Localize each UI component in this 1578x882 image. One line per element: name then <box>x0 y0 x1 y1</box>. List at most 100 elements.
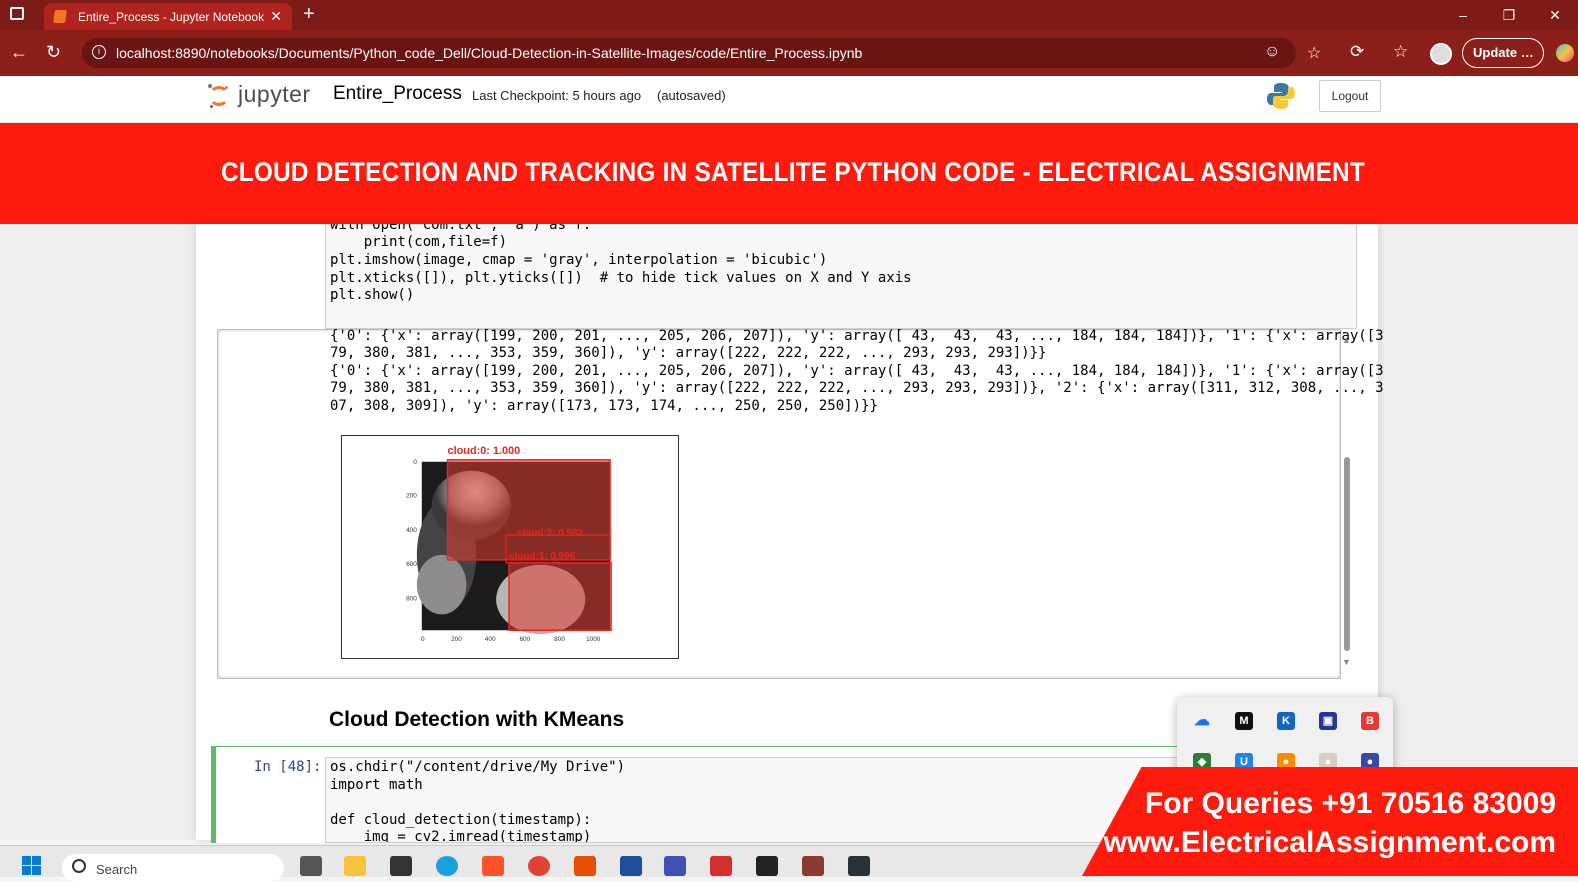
tab-title: Entire_Process - Jupyter Notebook <box>78 10 264 24</box>
label-cloud-1: cloud:1: 0.996 <box>509 551 576 562</box>
scroll-up-icon[interactable]: ▲ <box>1342 335 1351 345</box>
contact-website: www.ElectricalAssignment.com <box>1103 826 1556 859</box>
taskbar-search[interactable]: Search <box>62 854 284 882</box>
new-tab-icon[interactable]: + <box>303 3 315 26</box>
python-kernel-icon <box>1267 83 1295 109</box>
app-icon[interactable] <box>756 856 778 876</box>
task-view-icon[interactable] <box>300 856 322 876</box>
output-line: 07, 308, 309]), 'y': array([173, 173, 17… <box>330 398 878 414</box>
output-line: 79, 380, 381, ..., 353, 359, 360]), 'y':… <box>330 345 1047 361</box>
favorites-icon[interactable]: ☆ <box>1393 42 1408 62</box>
code-line: def cloud_detection(timestamp): <box>330 812 592 828</box>
cloud-region-0 <box>447 459 611 560</box>
favorite-star-icon[interactable]: ☆ <box>1307 43 1321 63</box>
code-input-48[interactable]: os.chdir("/content/drive/My Drive") impo… <box>325 757 1187 843</box>
jupyter-logo-icon[interactable] <box>208 84 232 110</box>
x-tick-label: 0 <box>421 636 425 643</box>
file-explorer-icon[interactable] <box>344 856 366 876</box>
brave-icon[interactable] <box>482 856 504 876</box>
jupyter-header: jupyter Entire_Process Last Checkpoint: … <box>0 76 1578 123</box>
refresh-icon[interactable]: ↻ <box>46 42 61 63</box>
label-cloud-2: cloud:2: 0.982 <box>517 528 584 539</box>
edge-icon[interactable] <box>436 856 458 876</box>
window-controls: – ❐ ✕ <box>1440 0 1578 30</box>
jupyter-wordmark[interactable]: jupyter <box>238 81 311 108</box>
y-tick-label: 600 <box>406 561 417 568</box>
y-tick-label: 800 <box>406 596 417 603</box>
app-icon[interactable] <box>710 856 732 876</box>
section-heading: Cloud Detection with KMeans <box>329 708 625 731</box>
code-line: plt.show() <box>330 287 415 303</box>
close-window-icon[interactable]: ✕ <box>1532 0 1578 30</box>
code-line: img = cv2.imread(timestamp) <box>330 829 592 843</box>
output-line: {'0': {'x': array([199, 200, 201, ..., 2… <box>330 363 1384 379</box>
reader-icon[interactable]: ☺ <box>1264 43 1280 61</box>
update-label: Update <box>1473 45 1518 60</box>
close-tab-icon[interactable]: ✕ <box>270 8 282 25</box>
restore-icon[interactable]: ❐ <box>1486 0 1532 30</box>
back-icon[interactable]: ← <box>10 42 28 63</box>
x-tick-label: 400 <box>485 636 496 643</box>
jupyter-favicon-icon <box>53 10 67 23</box>
detection-figure: cloud:0: 1.000 cloud:2: 0.982 cloud:1: 0… <box>341 435 679 659</box>
scroll-down-icon[interactable]: ▼ <box>1342 657 1351 667</box>
windows-taskbar: Search <box>0 845 1100 882</box>
app-save-icon[interactable]: ▣ <box>1319 712 1337 730</box>
system-tray-overflow: ☁ M K ▣ B ◆ U ● ● ● <box>1177 697 1393 777</box>
app-icon[interactable] <box>664 856 686 876</box>
x-tick-label: 800 <box>554 636 565 643</box>
url-text[interactable]: localhost:8890/notebooks/Documents/Pytho… <box>116 45 862 61</box>
cloud-region-1 <box>509 562 612 631</box>
output-scrollbar[interactable]: ▲ ▼ <box>1341 333 1353 671</box>
app-k-icon[interactable]: K <box>1277 712 1295 730</box>
search-icon <box>72 859 86 873</box>
code-line: import math <box>330 777 423 793</box>
output-line: 79, 380, 381, ..., 353, 359, 360]), 'y':… <box>330 380 1384 396</box>
previous-code-cell[interactable]: with open('com.txt', 'a') as f: print(co… <box>325 224 1357 329</box>
copilot-icon[interactable] <box>1556 44 1574 62</box>
app-m-icon[interactable]: M <box>1235 712 1253 730</box>
minimize-icon[interactable]: – <box>1440 0 1486 30</box>
windows-start-icon[interactable] <box>22 856 42 876</box>
chrome-icon[interactable] <box>528 856 550 876</box>
x-tick-label: 200 <box>451 636 462 643</box>
browser-tab-bar: Entire_Process - Jupyter Notebook ✕ + – ❐… <box>0 0 1578 30</box>
x-tick-label: 600 <box>519 636 530 643</box>
update-button[interactable]: Update … <box>1462 38 1544 68</box>
code-line: plt.xticks([]), plt.yticks([]) # to hide… <box>330 270 912 286</box>
autosave-status: (autosaved) <box>657 88 726 103</box>
code-line: os.chdir("/content/drive/My Drive") <box>330 759 626 775</box>
app-icon[interactable] <box>848 856 870 876</box>
site-info-icon[interactable]: i <box>92 45 106 59</box>
browser-tab[interactable]: Entire_Process - Jupyter Notebook ✕ <box>44 3 292 30</box>
cell-prompt: In [48]: <box>254 759 322 775</box>
contact-phone: For Queries +91 70516 83009 <box>1144 787 1556 820</box>
code-line: with open('com.txt', 'a') as f: <box>330 224 592 233</box>
y-tick-label: 0 <box>413 459 417 466</box>
x-tick-label: 1000 <box>586 636 601 643</box>
terminal-icon[interactable] <box>390 856 412 876</box>
label-cloud-0: cloud:0: 1.000 <box>448 445 521 457</box>
app-b-icon[interactable]: B <box>1361 712 1379 730</box>
search-placeholder: Search <box>96 862 138 877</box>
y-tick-label: 200 <box>406 492 417 499</box>
extensions-icon[interactable]: ⟳ <box>1350 42 1364 62</box>
y-tick-label: 400 <box>406 527 417 534</box>
address-row: ← ↻ i localhost:8890/notebooks/Documents… <box>0 30 1578 76</box>
last-checkpoint: Last Checkpoint: 5 hours ago <box>472 88 642 103</box>
code-line: print(com,file=f) <box>330 234 508 250</box>
sidebar-toggle-icon[interactable] <box>10 7 24 20</box>
calendar-icon[interactable] <box>620 856 642 876</box>
address-bar[interactable]: i localhost:8890/notebooks/Documents/Pyt… <box>82 38 1321 68</box>
more-icon[interactable]: … <box>1521 45 1534 60</box>
code-line: plt.imshow(image, cmap = 'gray', interpo… <box>330 252 828 268</box>
profile-avatar[interactable] <box>1430 43 1452 65</box>
banner-title: CLOUD DETECTION AND TRACKING IN SATELLIT… <box>220 157 1365 187</box>
logout-button[interactable]: Logout <box>1319 80 1381 112</box>
app-icon[interactable] <box>574 856 596 876</box>
scroll-thumb[interactable] <box>1344 457 1350 651</box>
notebook-name[interactable]: Entire_Process <box>333 83 462 105</box>
app-icon[interactable] <box>802 856 824 876</box>
onedrive-icon[interactable]: ☁ <box>1193 712 1211 730</box>
title-banner: CLOUD DETECTION AND TRACKING IN SATELLIT… <box>0 123 1578 224</box>
